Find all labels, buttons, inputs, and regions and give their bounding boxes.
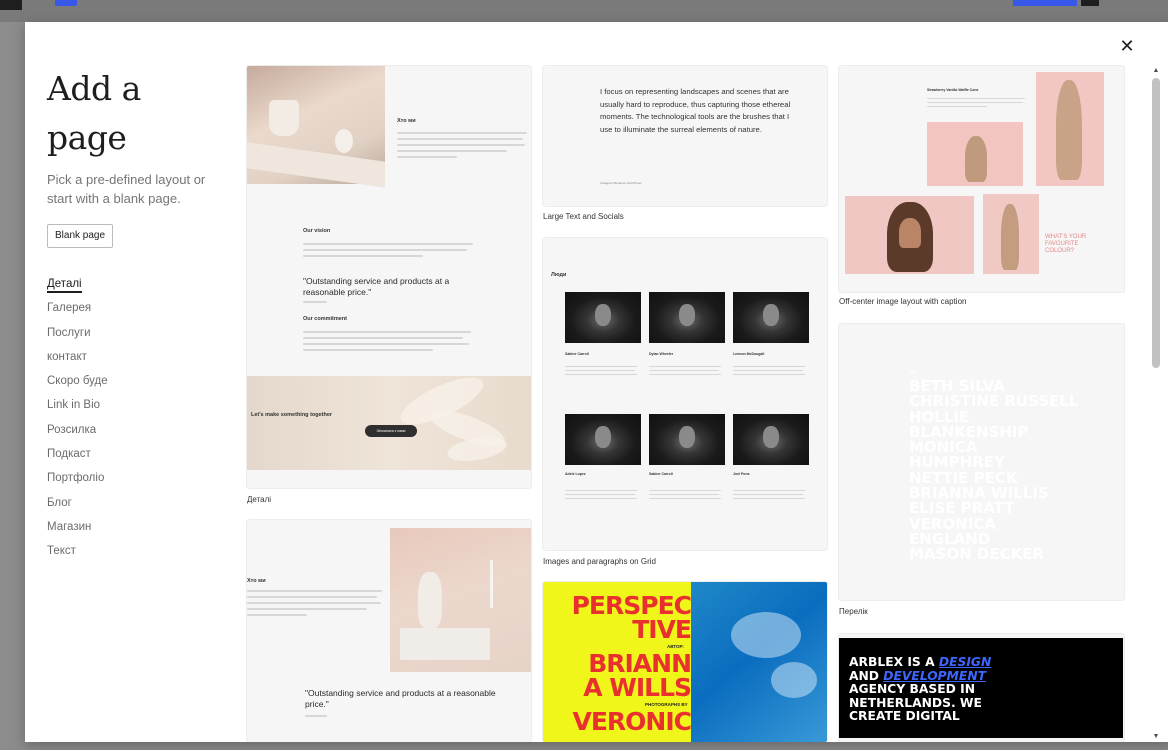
person-photo <box>565 292 641 343</box>
layout-caption-list: Перелік <box>839 607 868 616</box>
modal-description: Pick a pre-defined layout or start with … <box>47 172 206 206</box>
add-page-modal: ✕ Add a page Pick a pre-defined layout o… <box>25 22 1168 742</box>
layout-card-about[interactable]: Хто ми "Outstanding service and products… <box>247 520 531 742</box>
perspective-line4: A WILLS <box>583 673 692 702</box>
people-heading: Люди <box>551 272 567 278</box>
modal-title-line2: page <box>47 118 127 157</box>
ceramics-photo <box>247 66 385 188</box>
off-center-heading: Strawberry Vanilla Waffle Cone <box>927 88 979 92</box>
close-icon[interactable]: ✕ <box>1117 36 1137 56</box>
woman-sitting-photo <box>927 122 1023 186</box>
leaves-photo <box>247 368 531 470</box>
category-portfolio[interactable]: Портфоліо <box>47 466 227 490</box>
person-photo <box>733 292 809 343</box>
layout-card-details[interactable]: Хто ми Our vision "Outstanding service a… <box>247 66 531 488</box>
settings-button[interactable] <box>1081 0 1099 6</box>
category-services[interactable]: Послуги <box>47 321 227 345</box>
candle-photo <box>390 528 531 672</box>
scroll-up-icon[interactable]: ▲ <box>1151 66 1161 76</box>
details-quote: "Outstanding service and products at a r… <box>303 276 450 297</box>
perspective-line2: TIVE <box>632 615 692 644</box>
editor-top-bar <box>0 0 1168 22</box>
layout-caption-images-grid: Images and paragraphs on Grid <box>543 557 656 566</box>
hands-photo <box>691 582 827 742</box>
perspective-line5: VERONIC <box>572 707 692 736</box>
person-photo <box>565 414 641 465</box>
scroll-down-icon[interactable]: ▼ <box>1151 732 1161 742</box>
category-details[interactable]: Деталі <box>47 272 227 296</box>
layout-caption-large-text: Large Text and Socials <box>543 212 624 221</box>
layout-card-off-center[interactable]: Strawberry Vanilla Waffle Cone WHAT'S YO… <box>839 66 1124 292</box>
category-podcast[interactable]: Подкаст <box>47 442 227 466</box>
person-name: Dylan Wheeler <box>649 352 674 356</box>
inserter-button[interactable] <box>55 0 77 6</box>
person-name: Joel Pons <box>733 472 750 476</box>
person-name: Lennon McDougall <box>733 352 765 356</box>
modal-title-line1: Add a <box>47 69 141 108</box>
modal-sidebar: Add a page Pick a pre-defined layout or … <box>47 64 227 564</box>
cta-heading: Let's make something together <box>251 412 333 418</box>
person-photo <box>649 292 725 343</box>
woman-standing-photo <box>1036 72 1104 186</box>
category-coming-soon[interactable]: Скоро буде <box>47 369 227 393</box>
category-gallery[interactable]: Галерея <box>47 296 227 320</box>
category-list: Деталі Галерея Послуги контакт Скоро буд… <box>47 272 227 564</box>
about-bottom-quote: "Outstanding service and products at a r… <box>305 688 496 709</box>
social-links: Instagram Behance WordPress <box>600 181 642 185</box>
modal-title: Add a page <box>47 64 227 162</box>
layout-caption-details: Деталі <box>247 495 272 504</box>
publish-button[interactable] <box>1013 0 1077 6</box>
about-bottom-heading: Хто ми <box>247 578 266 584</box>
woman-dancing-photo <box>983 194 1039 274</box>
person-photo <box>733 414 809 465</box>
layout-card-images-grid[interactable]: Люди Sabine Carroll Dylan Wheeler Lennon… <box>543 238 827 550</box>
category-contact[interactable]: контакт <box>47 345 227 369</box>
favourite-colour-text: WHAT'S YOUR FAVOURITE COLOUR? <box>1045 234 1087 254</box>
layout-card-arblex[interactable]: ARBLEX IS A DESIGN AND DEVELOPMENT AGENC… <box>839 634 1124 742</box>
layout-card-large-text[interactable]: I focus on representing landscapes and s… <box>543 66 827 206</box>
person-name: Sabine Carroll <box>649 472 673 476</box>
layout-card-list[interactable]: BETH SILVA CHRISTINE RUSSELL HOLLIE BLAN… <box>839 324 1124 600</box>
cta-pill: Зв'язатися з нами <box>365 425 417 437</box>
large-text-paragraph: I focus on representing landscapes and s… <box>600 87 791 134</box>
category-blog[interactable]: Блог <box>47 491 227 515</box>
about-heading: Хто ми <box>397 118 416 124</box>
person-name: Adele Lopez <box>565 472 586 476</box>
modal-scrollbar[interactable]: ▲ ▼ <box>1151 66 1161 742</box>
scrollbar-thumb[interactable] <box>1152 78 1160 368</box>
layout-card-perspective[interactable]: PERSPEC TIVE АВТОР: BRIANN A WILLS PHOTO… <box>543 582 827 742</box>
category-newsletter[interactable]: Розсилка <box>47 418 227 442</box>
commitment-heading: Our commitment <box>303 316 348 322</box>
category-text[interactable]: Текст <box>47 539 227 563</box>
vision-heading: Our vision <box>303 228 331 234</box>
arblex-text: ARBLEX IS A DESIGN AND DEVELOPMENT AGENC… <box>849 655 992 723</box>
category-shop[interactable]: Магазин <box>47 515 227 539</box>
person-name: Sabine Carroll <box>565 352 589 356</box>
woman-curls-photo <box>845 196 974 274</box>
list-item: MASON DECKER <box>909 545 1044 564</box>
category-link-in-bio[interactable]: Link in Bio <box>47 393 227 417</box>
layout-caption-off-center: Off-center image layout with caption <box>839 297 967 306</box>
person-photo <box>649 414 725 465</box>
name-list: BETH SILVA CHRISTINE RUSSELL HOLLIE BLAN… <box>909 378 1078 564</box>
wordpress-logo-icon[interactable] <box>0 0 22 10</box>
blank-page-button[interactable]: Blank page <box>47 224 114 248</box>
